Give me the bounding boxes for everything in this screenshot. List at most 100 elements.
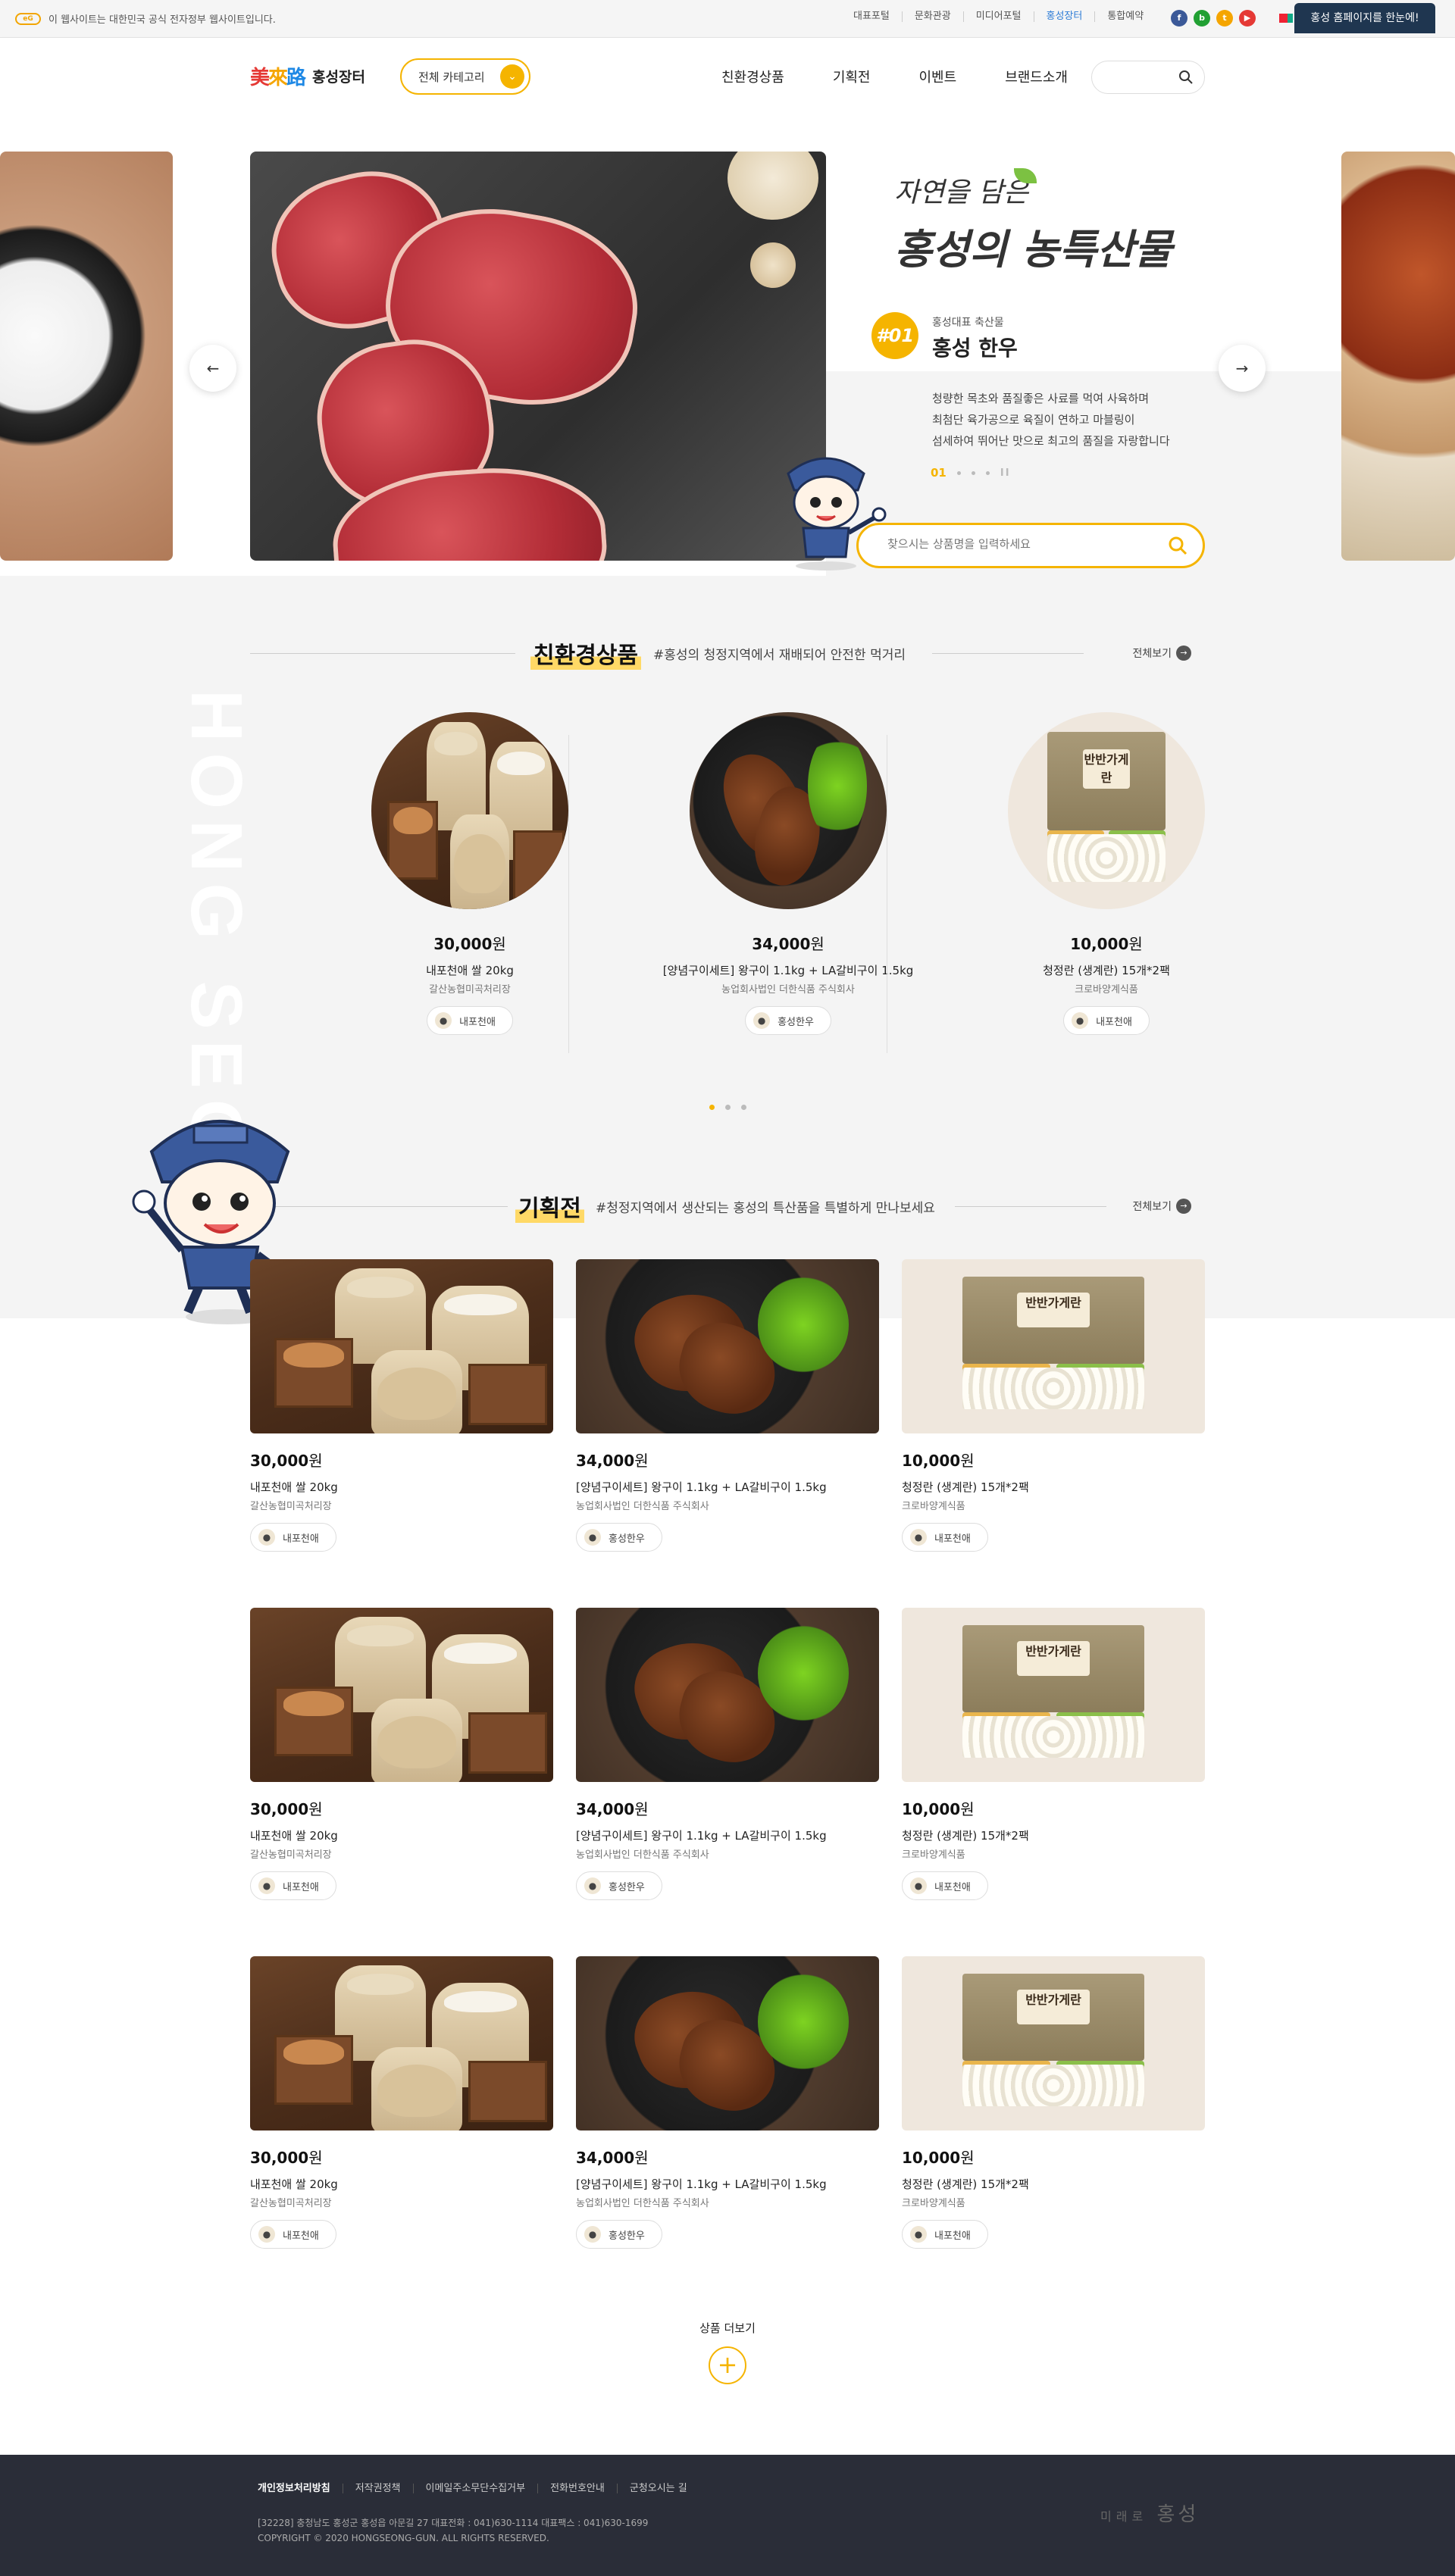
brand-tag[interactable]: ● 내포천애 — [902, 1871, 988, 1900]
product-search-input[interactable] — [887, 537, 1145, 551]
portal-link[interactable]: 문화관광 — [901, 11, 963, 22]
plan-product-card[interactable]: 반반가게란 10,000원 청정란 (생계란) 15개*2팩 크로바양계식품 ● 내포천애 — [902, 1956, 1205, 2274]
plan-product-card[interactable]: 34,000원 [양념구이세트] 왕구이 1.1kg + LA갈비구이 1.5kg… — [576, 1608, 879, 1926]
next-slide-button[interactable]: → — [1219, 345, 1266, 392]
product-price: 30,000원 — [433, 935, 506, 953]
blog-icon[interactable]: b — [1194, 10, 1210, 27]
product-image — [250, 1608, 553, 1782]
portal-link[interactable]: 홍성장터 — [1033, 11, 1095, 22]
product-image — [576, 1259, 879, 1433]
slide-pagination: 01 II — [931, 466, 1011, 480]
footer-links: 개인정보처리방침 저작권정책 이메일주소무단수집거부 전화번호안내 군청오시는 길 — [258, 2484, 699, 2493]
brand-tag[interactable]: ● 홍성한우 — [576, 1523, 662, 1552]
portal-link[interactable]: 통합예약 — [1094, 11, 1156, 22]
brand-tag[interactable]: ● 홍성한우 — [745, 1006, 831, 1035]
brand-tag[interactable]: ● 내포천애 — [427, 1006, 513, 1035]
search-icon[interactable] — [1168, 536, 1187, 558]
egg-box-label: 반반가게란 — [1017, 1292, 1090, 1327]
footer-link[interactable]: 개인정보처리방침 — [258, 2484, 343, 2493]
header-search-input[interactable] — [1091, 61, 1205, 94]
eco-section-subtitle: #홍성의 청정지역에서 재배되어 안전한 먹거리 — [653, 648, 906, 663]
logo-mark: 美來路 — [250, 67, 306, 89]
brand-tag-label: 내포천애 — [934, 1881, 971, 1893]
brand-tag-label: 홍성한우 — [778, 1016, 814, 1028]
nav-item[interactable]: 이벤트 — [919, 67, 957, 86]
nav-item[interactable]: 기획전 — [833, 67, 871, 86]
talk-icon[interactable]: t — [1216, 10, 1233, 27]
product-image — [690, 712, 887, 909]
brand-tag[interactable]: ● 내포천애 — [250, 1523, 336, 1552]
plan-section-subtitle: #청정지역에서 생산되는 홍성의 특산품을 특별하게 만나보세요 — [596, 1201, 935, 1216]
eco-pagination — [709, 1105, 746, 1110]
page-dot[interactable] — [725, 1105, 731, 1110]
eco-view-all-link[interactable]: 전체보기 → — [1132, 646, 1191, 661]
view-all-label: 전체보기 — [1132, 1201, 1172, 1213]
portal-link[interactable]: 대표포털 — [841, 11, 902, 22]
eco-product-card[interactable]: 34,000원 [양념구이세트] 왕구이 1.1kg + LA갈비구이 1.5kg… — [629, 712, 947, 1061]
footer-link[interactable]: 전화번호안내 — [537, 2484, 617, 2493]
homepage-overview-button[interactable]: 홍성 홈페이지를 한눈에! — [1294, 3, 1435, 33]
plan-product-card[interactable]: 30,000원 내포천애 쌀 20kg 갈산농협미곡처리장 ● 내포천애 — [250, 1259, 553, 1577]
youtube-icon[interactable]: ▶ — [1239, 10, 1256, 27]
eco-section-title: 친환경상품 — [530, 636, 641, 670]
product-image — [576, 1956, 879, 2131]
slide-dot[interactable] — [956, 470, 961, 475]
search-icon[interactable] — [1178, 70, 1194, 88]
product-image: 반반가게란 — [902, 1259, 1205, 1433]
plan-product-card[interactable]: 30,000원 내포천애 쌀 20kg 갈산농협미곡처리장 ● 내포천애 — [250, 1956, 553, 2274]
product-seller: 농업회사법인 더한식품 주식회사 — [576, 2198, 709, 2209]
brand-tag[interactable]: ● 내포천애 — [902, 2220, 988, 2249]
eco-product-card[interactable]: 반반가게란 10,000원 청정란 (생계란) 15개*2팩 크로바양계식품 ● 내포천애 — [947, 712, 1266, 1061]
footer-link[interactable]: 저작권정책 — [342, 2484, 413, 2493]
footer-link[interactable]: 군청오시는 길 — [616, 2484, 699, 2493]
plan-product-card[interactable]: 34,000원 [양념구이세트] 왕구이 1.1kg + LA갈비구이 1.5kg… — [576, 1259, 879, 1577]
brand-tag[interactable]: ● 내포천애 — [902, 1523, 988, 1552]
product-name: 청정란 (생계란) 15개*2팩 — [902, 2177, 1029, 2191]
footer-link[interactable]: 이메일주소무단수집거부 — [412, 2484, 538, 2493]
plan-view-all-link[interactable]: 전체보기 → — [1132, 1199, 1191, 1214]
brand-tag[interactable]: ● 내포천애 — [250, 2220, 336, 2249]
brand-tag[interactable]: ● 홍성한우 — [576, 1871, 662, 1900]
site-footer: 개인정보처리방침 저작권정책 이메일주소무단수집거부 전화번호안내 군청오시는 길 [3… — [0, 2455, 1455, 2576]
brand-logo-icon: ● — [258, 2226, 275, 2243]
brand-tag[interactable]: ● 내포천애 — [250, 1871, 336, 1900]
site-logo[interactable]: 美來路 홍성장터 — [250, 62, 365, 90]
product-image: 반반가게란 — [1008, 712, 1205, 909]
plan-product-card[interactable]: 30,000원 내포천애 쌀 20kg 갈산농협미곡처리장 ● 내포천애 — [250, 1608, 553, 1926]
nav-item[interactable]: 친환경상품 — [721, 67, 784, 86]
product-image: 반반가게란 — [902, 1956, 1205, 2131]
all-category-button[interactable]: 전체 카테고리 ⌄ — [400, 58, 530, 95]
brand-logo-icon: ● — [1072, 1012, 1089, 1029]
egg-box-label: 반반가게란 — [1017, 1640, 1090, 1676]
product-seller: 갈산농협미곡처리장 — [250, 1849, 332, 1861]
page-dot[interactable] — [741, 1105, 746, 1110]
eco-product-card[interactable]: 30,000원 내포천애 쌀 20kg 갈산농협미곡처리장 ● 내포천애 — [311, 712, 629, 1061]
prev-slide-button[interactable]: ← — [189, 345, 236, 392]
plan-product-card[interactable]: 반반가게란 10,000원 청정란 (생계란) 15개*2팩 크로바양계식품 ● 내포천애 — [902, 1259, 1205, 1577]
product-name: 내포천애 쌀 20kg — [250, 2177, 338, 2191]
product-name: [양념구이세트] 왕구이 1.1kg + LA갈비구이 1.5kg — [576, 2177, 827, 2191]
portal-links: 대표포털 문화관광 미디어포털 홍성장터 통합예약 — [841, 11, 1156, 22]
brand-tag-label: 내포천애 — [283, 1881, 319, 1893]
product-seller: 농업회사법인 더한식품 주식회사 — [576, 1501, 709, 1512]
product-price: 30,000원 — [250, 1452, 323, 1470]
brand-logo-icon: ● — [258, 1877, 275, 1894]
slide-dot[interactable] — [985, 470, 990, 475]
nav-item[interactable]: 브랜드소개 — [1005, 67, 1068, 86]
product-price: 10,000원 — [902, 1452, 975, 1470]
slide-dot[interactable] — [971, 470, 975, 475]
plan-product-card[interactable]: 34,000원 [양념구이세트] 왕구이 1.1kg + LA갈비구이 1.5kg… — [576, 1956, 879, 2274]
load-more: 상품 더보기 + — [652, 2320, 803, 2384]
hero-slogan: 자연을 담은 홍성의 농특산물 — [894, 170, 1172, 276]
plan-product-card[interactable]: 반반가게란 10,000원 청정란 (생계란) 15개*2팩 크로바양계식품 ● 내포천애 — [902, 1608, 1205, 1926]
facebook-icon[interactable]: f — [1171, 10, 1187, 27]
load-more-button[interactable]: + — [709, 2346, 746, 2384]
brand-tag[interactable]: ● 내포천애 — [1063, 1006, 1150, 1035]
portal-link[interactable]: 미디어포털 — [962, 11, 1034, 22]
product-seller: 농업회사법인 더한식품 주식회사 — [576, 1849, 709, 1861]
product-price: 10,000원 — [902, 2149, 975, 2167]
brand-tag[interactable]: ● 홍성한우 — [576, 2220, 662, 2249]
brand-logo-icon: ● — [753, 1012, 771, 1029]
pause-icon[interactable]: II — [1000, 467, 1011, 479]
page-dot[interactable] — [709, 1105, 715, 1110]
